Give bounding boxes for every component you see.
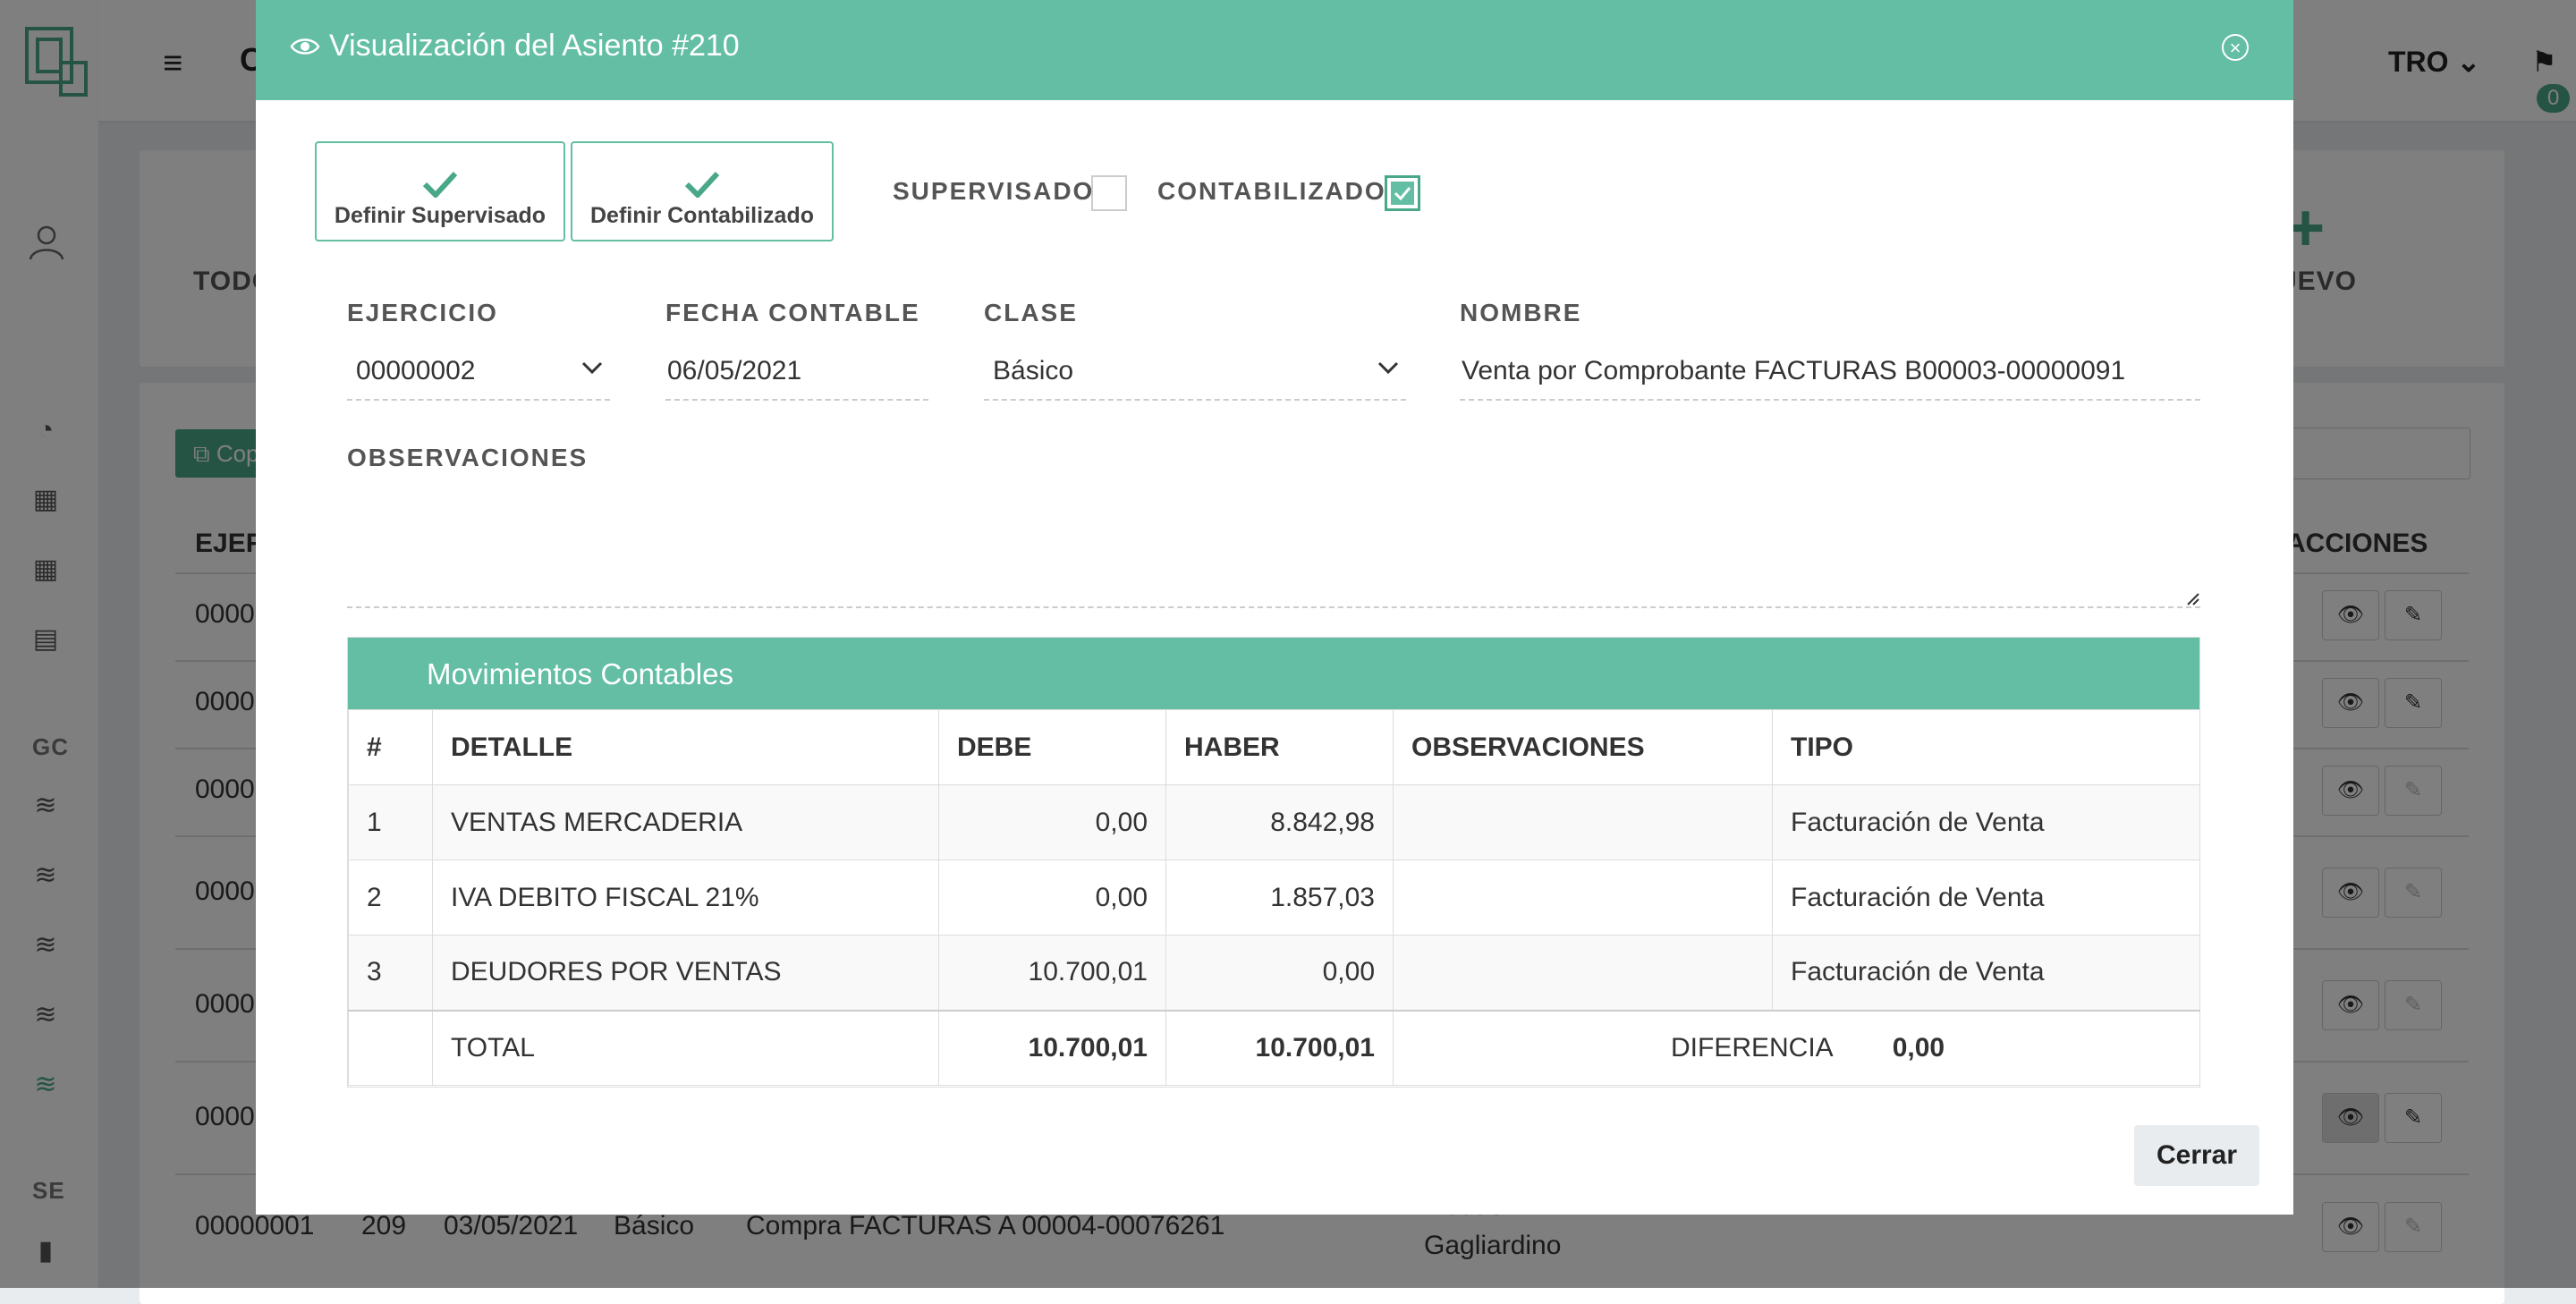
movimientos-title: Movimientos Contables (348, 638, 2199, 709)
modal-title-wrap: Visualización del Asiento #210 (290, 29, 740, 64)
ejercicio-select[interactable]: 00000002 (347, 338, 610, 401)
ejercicio-label: EJERCICIO (347, 299, 498, 326)
fecha-contable-input[interactable]: 06/05/2021 (665, 338, 928, 401)
cell-debe: 10.700,01 (938, 935, 1166, 1011)
cell-haber: 0,00 (1165, 935, 1394, 1011)
modal-title: Visualización del Asiento #210 (329, 29, 740, 63)
cell-haber: 1.857,03 (1165, 859, 1394, 936)
definir-contabilizado-button[interactable]: Definir Contabilizado (571, 141, 834, 241)
resize-grip-icon[interactable] (2186, 592, 2200, 606)
col-header-haber: HABER (1165, 709, 1394, 785)
cell-detalle: IVA DEBITO FISCAL 21% (432, 859, 939, 936)
clase-select[interactable]: Básico (984, 338, 1406, 401)
col-header-detalle: DETALLE (432, 709, 939, 785)
eye-icon (290, 38, 320, 55)
cell-num: 1 (348, 784, 433, 860)
total-label: TOTAL (432, 1009, 939, 1086)
definir-contabilizado-label: Definir Contabilizado (590, 202, 814, 228)
cell-tipo: Facturación de Venta (1772, 935, 2200, 1011)
diferencia-cell: DIFERENCIA 0,00 (1393, 1009, 2200, 1086)
nombre-value: Venta por Comprobante FACTURAS B00003-00… (1462, 356, 2126, 385)
definir-supervisado-label: Definir Supervisado (334, 202, 547, 228)
nombre-label: NOMBRE (1460, 299, 1582, 326)
cell-num: 2 (348, 859, 433, 936)
table-row: 1 VENTAS MERCADERIA 0,00 8.842,98 Factur… (348, 784, 2200, 860)
cell-debe: 0,00 (938, 784, 1166, 860)
observaciones-textarea[interactable] (347, 490, 2200, 608)
total-row: TOTAL 10.700,01 10.700,01 DIFERENCIA 0,0… (348, 1009, 2200, 1086)
checkbox-fill (1391, 182, 1414, 205)
chevron-down-icon (581, 361, 603, 374)
contabilizado-label: CONTABILIZADO (1157, 177, 1386, 205)
checkbox-check-icon (1394, 187, 1411, 201)
cell-num: 3 (348, 935, 433, 1011)
check-icon (422, 171, 458, 198)
chevron-down-icon (1377, 361, 1399, 374)
cell-haber: 8.842,98 (1165, 784, 1394, 860)
cell-observaciones (1393, 784, 1773, 860)
cell-detalle: VENTAS MERCADERIA (432, 784, 939, 860)
cell-observaciones (1393, 859, 1773, 936)
cerrar-button[interactable]: Cerrar (2134, 1125, 2259, 1186)
total-debe: 10.700,01 (938, 1009, 1166, 1086)
check-icon (684, 171, 720, 198)
supervisado-label: SUPERVISADO (893, 177, 1095, 205)
table-row: 2 IVA DEBITO FISCAL 21% 0,00 1.857,03 Fa… (348, 859, 2200, 936)
col-header-debe: DEBE (938, 709, 1166, 785)
nombre-input[interactable]: Venta por Comprobante FACTURAS B00003-00… (1460, 338, 2200, 401)
cell-debe: 0,00 (938, 859, 1166, 936)
close-icon[interactable]: × (2222, 34, 2249, 61)
asiento-modal: Visualización del Asiento #210 × Definir… (256, 0, 2293, 1215)
table-header-row: # DETALLE DEBE HABER OBSERVACIONES TIPO (348, 709, 2200, 785)
definir-supervisado-button[interactable]: Definir Supervisado (315, 141, 565, 241)
col-header-num: # (348, 709, 433, 785)
cell-tipo: Facturación de Venta (1772, 784, 2200, 860)
cell-empty (348, 1009, 433, 1086)
fecha-contable-value: 06/05/2021 (667, 356, 802, 385)
cell-detalle: DEUDORES POR VENTAS (432, 935, 939, 1011)
cell-tipo: Facturación de Venta (1772, 859, 2200, 936)
supervisado-checkbox[interactable] (1091, 175, 1127, 211)
col-header-observaciones: OBSERVACIONES (1393, 709, 1773, 785)
movimientos-panel: Movimientos Contables # DETALLE DEBE HAB… (347, 637, 2200, 1088)
diferencia-label: DIFERENCIA (1671, 1032, 1834, 1063)
contabilizado-checkbox[interactable] (1385, 175, 1420, 211)
clase-label: CLASE (984, 299, 1078, 326)
table-row: 3 DEUDORES POR VENTAS 10.700,01 0,00 Fac… (348, 935, 2200, 1011)
modal-header: Visualización del Asiento #210 × (256, 0, 2293, 100)
col-header-tipo: TIPO (1772, 709, 2200, 785)
diferencia-value: 0,00 (1892, 1032, 1945, 1063)
cell-observaciones (1393, 935, 1773, 1011)
fecha-contable-label: FECHA CONTABLE (665, 299, 920, 326)
total-haber: 10.700,01 (1165, 1009, 1394, 1086)
movimientos-table: # DETALLE DEBE HABER OBSERVACIONES TIPO … (348, 709, 2200, 1086)
ejercicio-value: 00000002 (356, 356, 476, 385)
clase-value: Básico (993, 356, 1074, 385)
observaciones-label: OBSERVACIONES (347, 444, 589, 471)
